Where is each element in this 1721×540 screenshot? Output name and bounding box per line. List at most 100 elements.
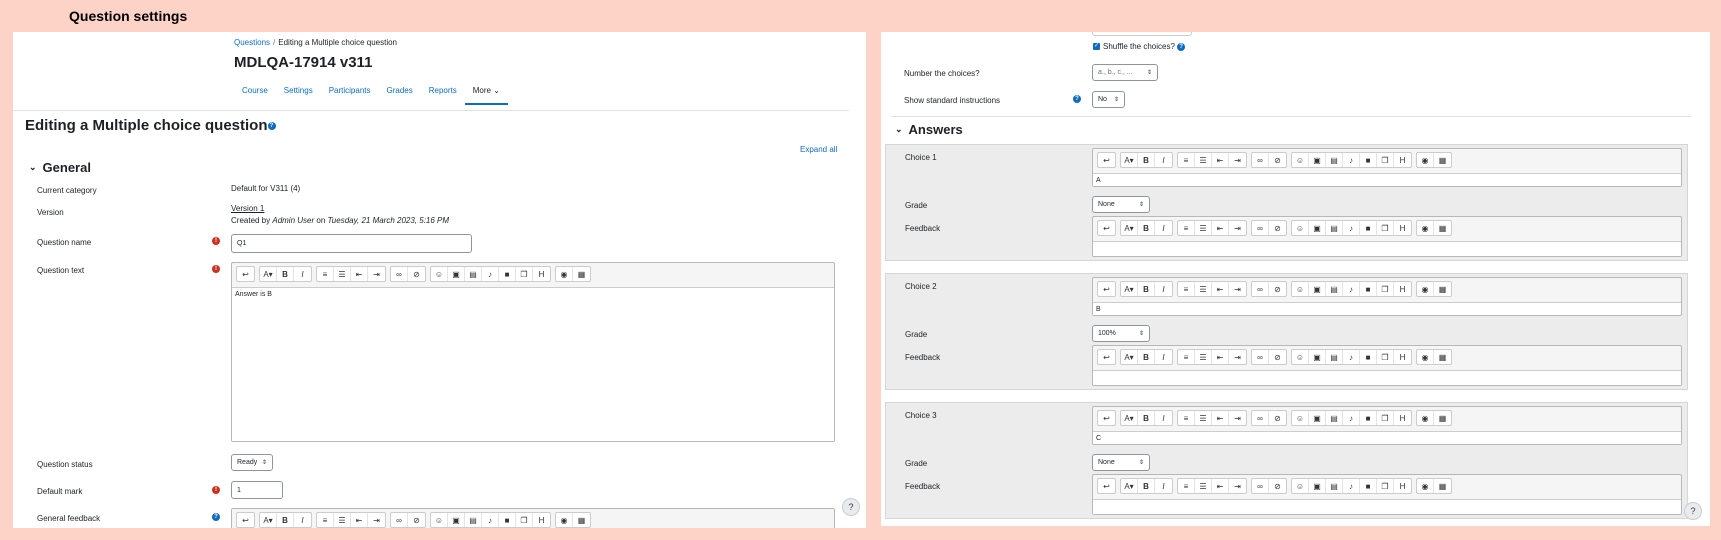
emoji-icon[interactable]: ☺: [1292, 479, 1309, 493]
undo-icon[interactable]: ↩: [1098, 282, 1115, 296]
indent-icon[interactable]: ⇥: [368, 267, 385, 281]
tab-grades[interactable]: Grades: [379, 86, 421, 105]
link-icon[interactable]: ∞: [1252, 153, 1269, 167]
outdent-icon[interactable]: ⇤: [351, 267, 368, 281]
help-floating-button[interactable]: ?: [1684, 502, 1702, 520]
choice-text-area[interactable]: B: [1093, 302, 1681, 315]
indent-icon[interactable]: ⇥: [1229, 350, 1246, 364]
image-icon[interactable]: ▣: [448, 267, 465, 281]
unordered-list-icon[interactable]: ≡: [1178, 153, 1195, 167]
h5p-icon[interactable]: H: [1394, 153, 1411, 167]
indent-icon[interactable]: ⇥: [1229, 221, 1246, 235]
bold-icon[interactable]: B: [1138, 153, 1155, 167]
question-status-select[interactable]: Ready ⇕: [231, 454, 273, 471]
tab-participants[interactable]: Participants: [321, 86, 379, 105]
unordered-list-icon[interactable]: ≡: [1178, 350, 1195, 364]
section-answers-header[interactable]: ⌄ Answers: [895, 122, 963, 137]
h5p-icon[interactable]: H: [1394, 479, 1411, 493]
unlink-icon[interactable]: ⊘: [1269, 221, 1286, 235]
choice-text-area[interactable]: A: [1093, 173, 1681, 186]
feedback-text-area[interactable]: [1093, 241, 1681, 256]
unordered-list-icon[interactable]: ≡: [317, 513, 334, 527]
question-name-input[interactable]: Q1: [231, 234, 472, 253]
ordered-list-icon[interactable]: ☰: [334, 267, 351, 281]
unordered-list-icon[interactable]: ≡: [317, 267, 334, 281]
feedback-text-area[interactable]: [1093, 370, 1681, 385]
accessibility-icon[interactable]: ◉: [1417, 282, 1434, 296]
italic-icon[interactable]: I: [1155, 479, 1172, 493]
h5p-icon[interactable]: H: [1394, 350, 1411, 364]
manage-files-icon[interactable]: ❐: [516, 267, 533, 281]
manage-files-icon[interactable]: ❐: [1377, 153, 1394, 167]
undo-icon[interactable]: ↩: [1098, 479, 1115, 493]
font-color-icon[interactable]: A▾: [1121, 282, 1138, 296]
accessibility-icon[interactable]: ◉: [1417, 479, 1434, 493]
italic-icon[interactable]: I: [294, 513, 311, 527]
unlink-icon[interactable]: ⊘: [1269, 153, 1286, 167]
image-icon[interactable]: ▣: [1309, 282, 1326, 296]
ordered-list-icon[interactable]: ☰: [334, 513, 351, 527]
unlink-icon[interactable]: ⊘: [408, 513, 425, 527]
tab-course[interactable]: Course: [234, 86, 276, 105]
question-text-area[interactable]: Answer is B: [232, 287, 834, 441]
unlink-icon[interactable]: ⊘: [1269, 350, 1286, 364]
indent-icon[interactable]: ⇥: [368, 513, 385, 527]
media-icon[interactable]: ▤: [1326, 221, 1343, 235]
record-audio-icon[interactable]: ♪: [1343, 221, 1360, 235]
indent-icon[interactable]: ⇥: [1229, 153, 1246, 167]
table-icon[interactable]: ▦: [1434, 411, 1451, 425]
unlink-icon[interactable]: ⊘: [1269, 479, 1286, 493]
table-icon[interactable]: ▦: [1434, 221, 1451, 235]
link-icon[interactable]: ∞: [1252, 479, 1269, 493]
record-video-icon[interactable]: ■: [1360, 411, 1377, 425]
link-icon[interactable]: ∞: [391, 267, 408, 281]
number-choices-select[interactable]: a., b., c., ... ⇕: [1092, 64, 1158, 81]
bold-icon[interactable]: B: [277, 267, 294, 281]
accessibility-icon[interactable]: ◉: [556, 513, 573, 527]
accessibility-icon[interactable]: ◉: [556, 267, 573, 281]
image-icon[interactable]: ▣: [1309, 221, 1326, 235]
italic-icon[interactable]: I: [294, 267, 311, 281]
table-icon[interactable]: ▦: [1434, 350, 1451, 364]
font-color-icon[interactable]: A▾: [1121, 153, 1138, 167]
h5p-icon[interactable]: H: [533, 513, 550, 527]
checkbox-checked-icon[interactable]: ✓: [1093, 43, 1100, 51]
bold-icon[interactable]: B: [1138, 282, 1155, 296]
record-audio-icon[interactable]: ♪: [482, 513, 499, 527]
h5p-icon[interactable]: H: [1394, 411, 1411, 425]
undo-icon[interactable]: ↩: [1098, 411, 1115, 425]
record-video-icon[interactable]: ■: [499, 513, 516, 527]
font-color-icon[interactable]: A▾: [1121, 479, 1138, 493]
outdent-icon[interactable]: ⇤: [1212, 282, 1229, 296]
choice-text-area[interactable]: C: [1093, 431, 1681, 444]
help-floating-button[interactable]: ?: [842, 498, 860, 516]
ordered-list-icon[interactable]: ☰: [1195, 221, 1212, 235]
help-icon[interactable]: ?: [212, 513, 220, 521]
accessibility-icon[interactable]: ◉: [1417, 153, 1434, 167]
shuffle-choices[interactable]: ✓ Shuffle the choices? ?: [1093, 42, 1186, 51]
record-audio-icon[interactable]: ♪: [1343, 350, 1360, 364]
media-icon[interactable]: ▤: [1326, 153, 1343, 167]
table-icon[interactable]: ▦: [1434, 479, 1451, 493]
undo-icon[interactable]: ↩: [1098, 153, 1115, 167]
h5p-icon[interactable]: H: [533, 267, 550, 281]
bold-icon[interactable]: B: [1138, 350, 1155, 364]
indent-icon[interactable]: ⇥: [1229, 479, 1246, 493]
link-icon[interactable]: ∞: [1252, 282, 1269, 296]
media-icon[interactable]: ▤: [1326, 479, 1343, 493]
record-audio-icon[interactable]: ♪: [482, 267, 499, 281]
record-audio-icon[interactable]: ♪: [1343, 282, 1360, 296]
outdent-icon[interactable]: ⇤: [1212, 221, 1229, 235]
undo-icon[interactable]: ↩: [237, 513, 254, 527]
image-icon[interactable]: ▣: [1309, 153, 1326, 167]
emoji-icon[interactable]: ☺: [1292, 153, 1309, 167]
link-icon[interactable]: ∞: [391, 513, 408, 527]
ordered-list-icon[interactable]: ☰: [1195, 153, 1212, 167]
outdent-icon[interactable]: ⇤: [1212, 479, 1229, 493]
default-mark-input[interactable]: 1: [231, 481, 283, 499]
tab-settings[interactable]: Settings: [276, 86, 321, 105]
record-audio-icon[interactable]: ♪: [1343, 479, 1360, 493]
record-audio-icon[interactable]: ♪: [1343, 411, 1360, 425]
ordered-list-icon[interactable]: ☰: [1195, 282, 1212, 296]
italic-icon[interactable]: I: [1155, 221, 1172, 235]
